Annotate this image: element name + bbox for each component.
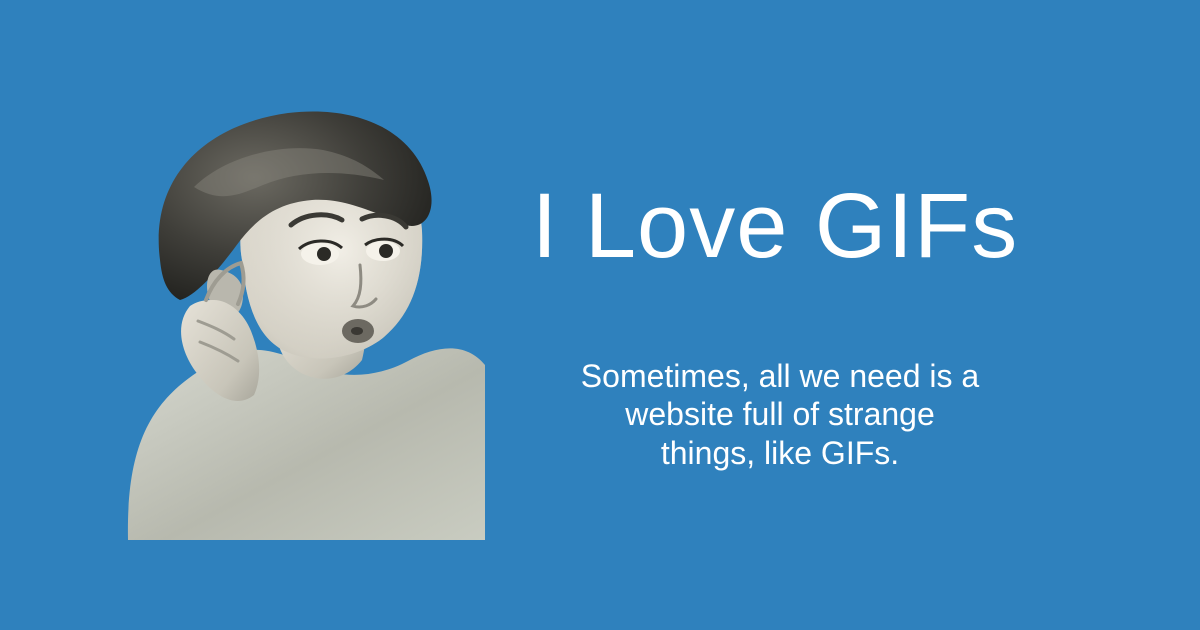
- subtitle: Sometimes, all we need is a website full…: [520, 357, 1040, 472]
- subtitle-line: Sometimes, all we need is a: [580, 358, 980, 394]
- social-card: I Love GIFs Sometimes, all we need is a …: [0, 0, 1200, 630]
- page-title: I Love GIFs: [531, 175, 1019, 277]
- woman-cupping-ear-photo-icon: [127, 111, 485, 540]
- subtitle-line: things, like GIFs.: [660, 434, 900, 471]
- subtitle-line: website full of strange: [625, 396, 935, 433]
